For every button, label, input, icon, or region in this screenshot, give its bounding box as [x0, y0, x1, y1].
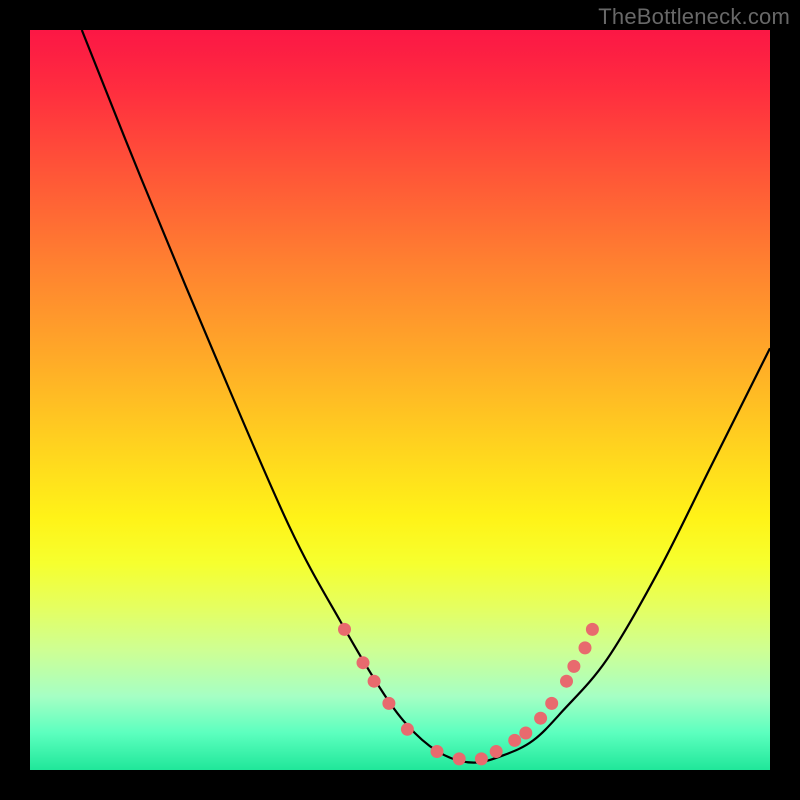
marker-dot [579, 641, 592, 654]
marker-dot [475, 752, 488, 765]
marker-dot [431, 745, 444, 758]
curve-svg [30, 30, 770, 770]
marker-dot [368, 675, 381, 688]
marker-dot [357, 656, 370, 669]
marker-dot [534, 712, 547, 725]
bottleneck-curve [82, 30, 770, 763]
chart-frame: TheBottleneck.com [0, 0, 800, 800]
marker-dot [338, 623, 351, 636]
marker-dot [519, 727, 532, 740]
marker-dot [508, 734, 521, 747]
plot-area [30, 30, 770, 770]
marker-dot [545, 697, 558, 710]
marker-dot [453, 752, 466, 765]
highlight-dots [338, 623, 599, 766]
marker-dot [382, 697, 395, 710]
marker-dot [401, 723, 414, 736]
marker-dot [586, 623, 599, 636]
marker-dot [567, 660, 580, 673]
watermark-text: TheBottleneck.com [598, 4, 790, 30]
marker-dot [490, 745, 503, 758]
marker-dot [560, 675, 573, 688]
